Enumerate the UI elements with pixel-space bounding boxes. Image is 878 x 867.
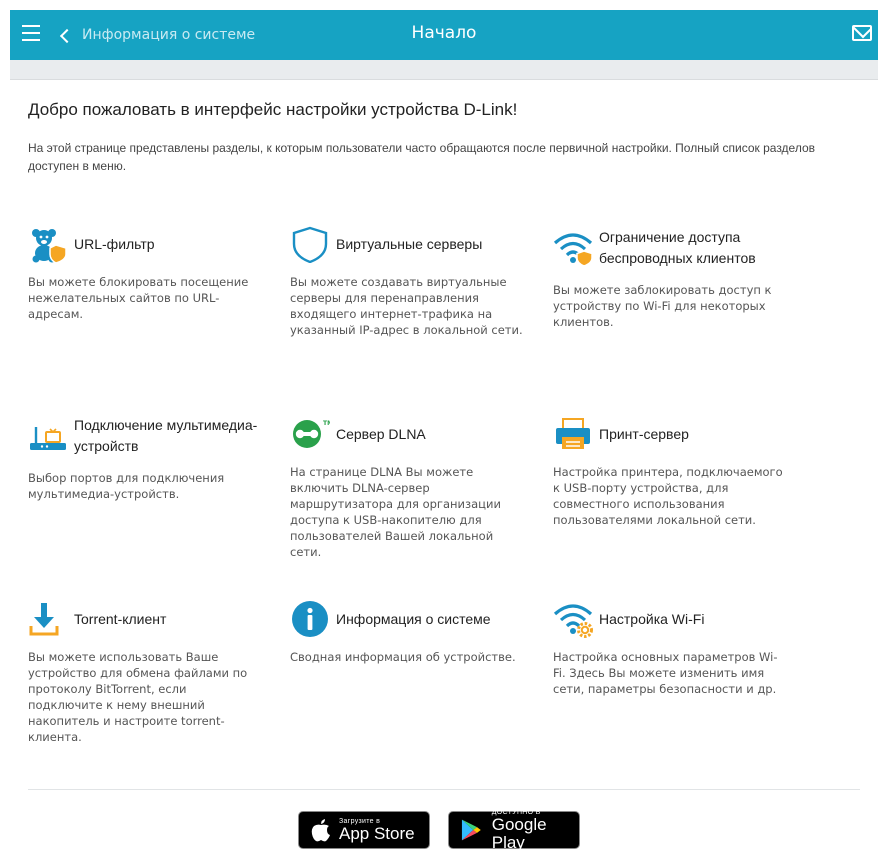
back-link[interactable]: Информация о системе [59,22,256,48]
welcome-intro: На этой странице представлены разделы, к… [28,141,816,173]
printer-icon [553,415,593,453]
back-link-label: Информация о системе [82,27,256,43]
card-description: Вы можете блокировать посещение нежелате… [28,275,249,321]
info-icon [290,600,330,638]
card-multimedia: Подключение мультимедиа-устройств Выбор … [28,414,263,502]
google-play-button[interactable]: ДОСТУПНО В Google Play [448,809,580,852]
sub-bar [10,60,878,80]
google-play-icon [461,819,481,841]
card-description: Настройка принтера, подключаемого к USB-… [553,465,783,527]
card-wifi-settings: Настройка Wi-Fi Настройка основных парам… [553,599,788,697]
svg-text:TM: TM [323,420,330,427]
card-torrent-link[interactable]: Torrent-клиент [28,599,263,639]
card-system-info: Информация о системе Сводная информация … [290,599,525,665]
welcome-heading: Добро пожаловать в интерфейс настройки у… [28,100,518,119]
wifi-gear-icon [553,600,593,638]
card-wifi-settings-link[interactable]: Настройка Wi-Fi [553,599,788,639]
card-system-info-link[interactable]: Информация о системе [290,599,525,639]
wifi-shield-icon [553,229,593,267]
app-store-big-text: App Store [339,823,415,843]
card-print-server: Принт-сервер Настройка принтера, подключ… [553,414,788,528]
card-print-server-link[interactable]: Принт-сервер [553,414,788,454]
card-url-filter: URL-фильтр Вы можете блокировать посещен… [28,224,263,322]
card-wireless-access-limit-link[interactable]: Ограничение доступа беспроводных клиенто… [553,226,788,270]
card-title: Сервер DLNA [336,425,426,442]
top-bar: Информация о системе Начало [10,10,878,60]
teddy-bear-shield-icon [28,225,68,264]
card-description: Сводная информация об устройстве. [290,650,516,664]
app-store-button[interactable]: Загрузите в App Store [298,811,430,849]
card-title: Ограничение доступа беспроводных клиенто… [599,229,756,266]
router-tv-icon [28,417,68,455]
apple-icon [311,819,330,842]
card-title: URL-фильтр [74,235,155,252]
card-title: Принт-сервер [599,425,689,442]
card-description: Вы можете использовать Ваше устройство д… [28,650,248,744]
dlna-icon: TM [290,415,333,453]
card-description: Выбор портов для подключения мультимедиа… [28,471,225,501]
card-multimedia-link[interactable]: Подключение мультимедиа-устройств [28,414,263,458]
card-wireless-access-limit: Ограничение доступа беспроводных клиенто… [553,226,788,330]
card-virtual-servers: Виртуальные серверы Вы можете создавать … [290,224,525,338]
card-torrent: Torrent-клиент Вы можете использовать Ва… [28,599,263,745]
card-description: Настройка основных параметров Wi-Fi. Зде… [553,650,778,696]
card-title: Torrent-клиент [74,610,167,627]
card-description: Вы можете создавать виртуальные серверы … [290,275,523,337]
google-play-big-text: Google Play [491,814,547,852]
card-title: Информация о системе [336,610,491,627]
divider [28,789,860,790]
card-description: Вы можете заблокировать доступ к устройс… [553,283,772,329]
card-description: На странице DLNA Вы можете включить DLNA… [290,465,501,559]
card-title: Подключение мультимедиа-устройств [74,417,258,454]
card-url-filter-link[interactable]: URL-фильтр [28,224,263,264]
card-dlna-link[interactable]: TM Сервер DLNA [290,414,525,454]
chevron-left-icon [59,28,75,43]
download-icon [28,600,68,638]
card-dlna: TM Сервер DLNA На странице DLNA Вы может… [290,414,525,560]
card-title: Виртуальные серверы [336,235,483,252]
card-title: Настройка Wi-Fi [599,610,705,627]
card-virtual-servers-link[interactable]: Виртуальные серверы [290,224,525,264]
shield-icon [290,225,330,264]
hamburger-menu-icon[interactable] [22,25,40,43]
mail-icon[interactable] [852,25,872,41]
